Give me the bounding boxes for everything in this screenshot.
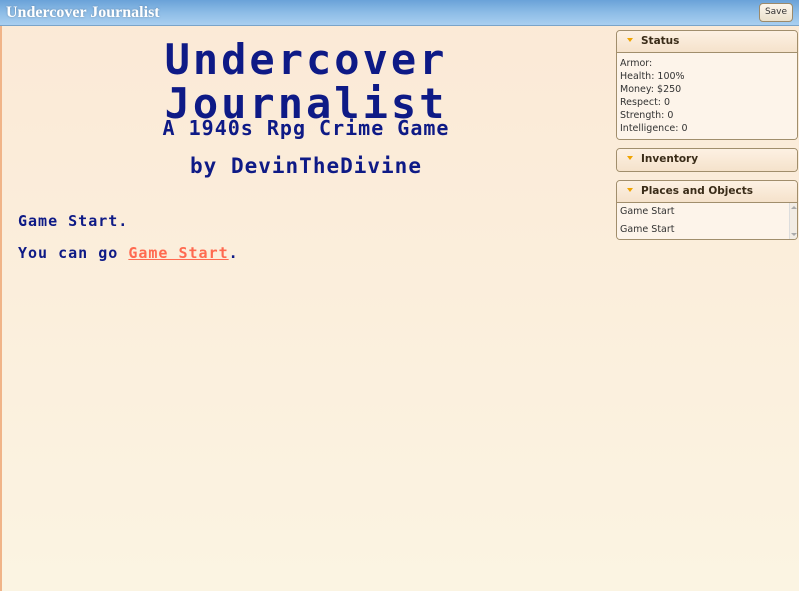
places-panel-header[interactable]: Places and Objects xyxy=(617,181,797,203)
passage-line: Game Start. xyxy=(18,212,129,230)
title-banner: Undercover Journalist xyxy=(0,38,612,126)
status-title: Status xyxy=(641,35,680,47)
save-button[interactable]: Save xyxy=(759,3,793,22)
byline: by DevinTheDivine xyxy=(190,154,422,178)
scroll-down-icon[interactable] xyxy=(791,233,797,236)
caret-down-icon xyxy=(627,38,633,42)
stat-intelligence: Intelligence: 0 xyxy=(620,123,688,134)
places-title: Places and Objects xyxy=(641,185,754,197)
places-scrollbar[interactable] xyxy=(789,203,797,239)
sidebar: Status Armor: Health: 100% Money: $250 R… xyxy=(616,30,798,248)
stat-money: Money: $250 xyxy=(620,84,682,95)
main-panel: Undercover Journalist A 1940s Rpg Crime … xyxy=(0,26,612,591)
status-panel-header[interactable]: Status xyxy=(617,31,797,53)
inventory-title: Inventory xyxy=(641,153,699,165)
list-item[interactable]: Game Start xyxy=(617,221,797,239)
status-panel: Status Armor: Health: 100% Money: $250 R… xyxy=(616,30,798,140)
stat-armor: Armor: xyxy=(620,58,653,69)
caret-down-icon xyxy=(627,156,633,160)
game-start-link[interactable]: Game Start xyxy=(128,244,228,262)
stat-strength: Strength: 0 xyxy=(620,110,674,121)
subtitle: A 1940s Rpg Crime Game xyxy=(162,116,450,140)
status-body: Armor: Health: 100% Money: $250 Respect:… xyxy=(617,53,797,139)
exits-line: You can go Game Start. xyxy=(18,244,239,262)
list-item[interactable]: Game Start xyxy=(617,203,797,221)
scroll-up-icon[interactable] xyxy=(791,206,797,209)
passage-text: Game Start. You can go Game Start. xyxy=(18,212,239,276)
stat-respect: Respect: 0 xyxy=(620,97,671,108)
stat-health: Health: 100% xyxy=(620,71,685,82)
caret-down-icon xyxy=(627,188,633,192)
game-title: Undercover Journalist xyxy=(6,4,160,21)
places-panel: Places and Objects Game Start Game Start xyxy=(616,180,798,240)
exits-suffix: . xyxy=(228,244,239,262)
title-line-1: Undercover xyxy=(164,35,448,84)
places-list: Game Start Game Start xyxy=(617,203,797,239)
inventory-panel: Inventory xyxy=(616,148,798,172)
inventory-panel-header[interactable]: Inventory xyxy=(617,149,797,171)
exits-prefix: You can go xyxy=(18,244,129,262)
title-bar: Undercover Journalist Save xyxy=(0,0,799,26)
